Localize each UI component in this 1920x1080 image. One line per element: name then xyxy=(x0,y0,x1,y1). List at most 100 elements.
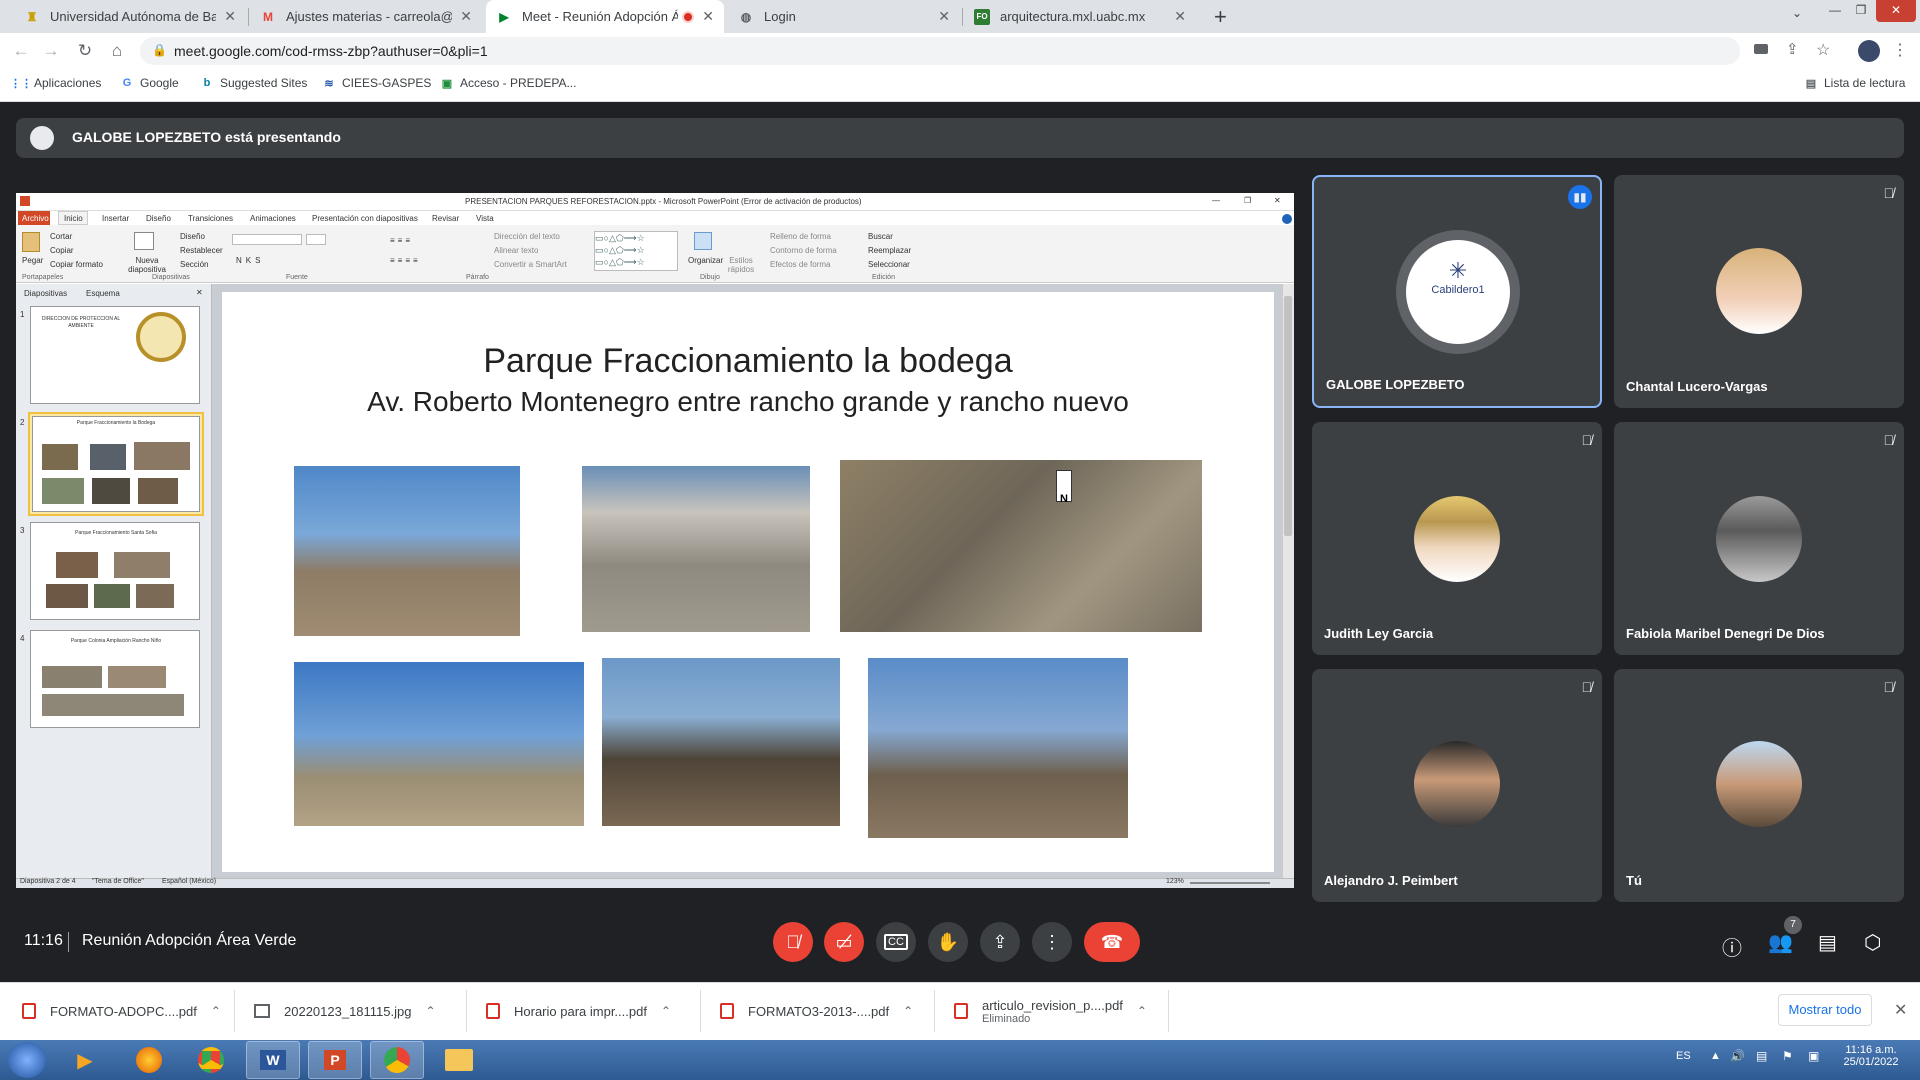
raise-hand-button[interactable]: ✋ xyxy=(928,922,968,962)
activities-icon[interactable]: ⬡ xyxy=(1864,930,1881,955)
taskbar-chrome-active[interactable] xyxy=(370,1041,424,1079)
close-window-icon[interactable]: ✕ xyxy=(1876,0,1916,22)
participant-tile-alejandro[interactable]: 🎙̸ Alejandro J. Peimbert xyxy=(1312,669,1602,902)
lock-icon[interactable]: 🔒 xyxy=(152,43,167,57)
camera-toggle-button[interactable]: ▭̸ xyxy=(824,922,864,962)
meet-icon: ▶ xyxy=(499,9,509,24)
reload-icon[interactable]: ↻ xyxy=(72,38,98,64)
bookmark-ciees[interactable]: ≋ CIEES-GASPES xyxy=(322,76,431,90)
ppt-tab-insertar: Insertar xyxy=(102,214,130,223)
profile-avatar[interactable] xyxy=(1858,40,1880,62)
tab-close-icon[interactable]: ✕ xyxy=(1174,8,1186,25)
park-photo-field xyxy=(602,658,840,826)
participant-tile-fabiola[interactable]: 🎙̸ Fabiola Maribel Denegri De Dios xyxy=(1614,422,1904,655)
tab-close-icon[interactable]: ✕ xyxy=(460,8,472,25)
forward-icon[interactable]: → xyxy=(38,38,64,64)
more-options-button[interactable]: ⋮ xyxy=(1032,922,1072,962)
taskbar-explorer[interactable] xyxy=(432,1041,486,1079)
divider xyxy=(934,990,935,1032)
tab-close-icon[interactable]: ✕ xyxy=(938,8,950,25)
tab-arquitectura[interactable]: FO arquitectura.mxl.uabc.mx ✕ xyxy=(964,0,1196,33)
divider xyxy=(466,990,467,1032)
chevron-up-icon[interactable]: ⌃ xyxy=(1137,1004,1147,1018)
volume-icon[interactable]: 🔊 xyxy=(1730,1049,1745,1063)
taskbar-media-player[interactable]: ▶ xyxy=(58,1041,112,1079)
participants-icon[interactable]: 👥 xyxy=(1768,930,1793,955)
home-icon[interactable]: ⌂ xyxy=(104,38,130,64)
chat-icon[interactable]: ▤ xyxy=(1818,930,1837,955)
network-icon[interactable]: ▤ xyxy=(1756,1049,1767,1063)
leave-call-button[interactable]: ☎ xyxy=(1084,922,1140,962)
chevron-up-icon[interactable]: ⌃ xyxy=(903,1004,913,1018)
avatar xyxy=(1414,496,1500,582)
tab-close-icon[interactable]: ✕ xyxy=(224,8,236,25)
reading-list-button[interactable]: ▤ Lista de lectura xyxy=(1804,76,1906,90)
share-icon[interactable]: ⇪ xyxy=(1786,40,1799,58)
tray-chevron-icon[interactable]: ▲ xyxy=(1710,1050,1721,1062)
taskbar-chrome[interactable] xyxy=(184,1041,238,1079)
taskbar-firefox[interactable] xyxy=(122,1041,176,1079)
taskbar-powerpoint[interactable]: P xyxy=(308,1041,362,1079)
mic-off-icon: 🎙̸ xyxy=(1883,185,1895,201)
chevron-up-icon[interactable]: ⌃ xyxy=(425,1004,435,1018)
chevron-up-icon[interactable]: ⌃ xyxy=(211,1004,221,1018)
start-button[interactable] xyxy=(8,1042,46,1078)
thumb-number: 3 xyxy=(20,526,25,535)
participant-tile-chantal[interactable]: 🎙̸ Chantal Lucero-Vargas xyxy=(1614,175,1904,408)
captions-button[interactable]: CC xyxy=(876,922,916,962)
avatar xyxy=(1414,741,1500,827)
download-item[interactable]: FORMATO-ADOPC....pdf ⌃ xyxy=(22,982,221,1040)
thumb-photo xyxy=(94,584,130,608)
tab-meet[interactable]: ▶ Meet - Reunión Adopción Á ✕ xyxy=(486,0,724,33)
ppt-text-direction: Dirección del texto xyxy=(494,232,560,241)
ppt-tab-transiciones: Transiciones xyxy=(188,214,234,223)
ppt-find: Buscar xyxy=(868,232,893,241)
north-arrow-icon: N xyxy=(1056,470,1072,505)
tab-gmail[interactable]: M Ajustes materias - carreola@uabc ✕ xyxy=(250,0,482,33)
download-item[interactable]: Horario para impr....pdf ⌃ xyxy=(486,982,671,1040)
recording-dot-icon xyxy=(682,10,695,23)
close-downloads-icon[interactable]: ✕ xyxy=(1894,1000,1907,1020)
tab-search-chevron-icon[interactable]: ⌄ xyxy=(1792,6,1802,20)
download-item[interactable]: FORMATO3-2013-....pdf ⌃ xyxy=(720,982,913,1040)
tab-uabc[interactable]: ♜ Universidad Autónoma de Baja C ✕ xyxy=(14,0,246,33)
show-all-downloads-button[interactable]: Mostrar todo xyxy=(1778,994,1872,1026)
ppt-close-icon: ✕ xyxy=(1274,196,1281,205)
participant-tile-self[interactable]: 🎙̸ Tú xyxy=(1614,669,1904,902)
participant-tile-judith[interactable]: 🎙̸ Judith Ley Garcia xyxy=(1312,422,1602,655)
notification-icon[interactable]: ▣ xyxy=(1808,1049,1819,1063)
download-item[interactable]: articulo_revision_p....pdf Eliminado ⌃ xyxy=(954,982,1147,1040)
thumb-photo xyxy=(42,694,184,716)
action-center-flag-icon[interactable]: ⚑ xyxy=(1782,1049,1793,1063)
download-item[interactable]: 20220123_181115.jpg ⌃ xyxy=(254,982,436,1040)
bookmark-predepa[interactable]: ▣ Acceso - PREDEPA... xyxy=(440,76,577,90)
meeting-info-icon[interactable]: ⓘ xyxy=(1722,932,1742,961)
mic-toggle-button[interactable]: 🎙̸ xyxy=(773,922,813,962)
hand-icon: ✋ xyxy=(936,931,960,952)
divider xyxy=(234,990,235,1032)
participant-tile-galobe[interactable]: ▮▮ ✳ Cabildero1 GALOBE LOPEZBETO xyxy=(1312,175,1602,408)
new-tab-icon[interactable]: + xyxy=(1214,4,1227,30)
keyboard-language[interactable]: ES xyxy=(1676,1050,1691,1062)
google-icon: G xyxy=(122,77,132,89)
thumb-photo xyxy=(114,552,170,578)
tab-login[interactable]: ◍ Login ✕ xyxy=(728,0,960,33)
bookmark-suggested-sites[interactable]: b Suggested Sites xyxy=(200,76,308,90)
taskbar-clock[interactable]: 11:16 a.m. 25/01/2022 xyxy=(1836,1044,1906,1068)
camera-in-use-icon[interactable] xyxy=(1754,44,1768,54)
kebab-menu-icon[interactable]: ⋮ xyxy=(1892,40,1908,60)
taskbar-word[interactable]: W xyxy=(246,1041,300,1079)
meeting-time: 11:16 xyxy=(24,932,63,949)
ppt-paste-icon xyxy=(22,232,40,252)
back-icon[interactable]: ← xyxy=(8,38,34,64)
camera-off-icon: ▭̸ xyxy=(835,931,853,952)
bookmark-star-icon[interactable]: ☆ xyxy=(1816,40,1830,60)
chevron-up-icon[interactable]: ⌃ xyxy=(661,1004,671,1018)
tab-close-icon[interactable]: ✕ xyxy=(702,8,714,25)
minimize-window-icon[interactable]: — xyxy=(1822,0,1848,22)
bookmark-apps[interactable]: ⋮⋮ Aplicaciones xyxy=(10,76,101,90)
bookmark-google[interactable]: G Google xyxy=(120,76,179,90)
restore-window-icon[interactable]: ❐ xyxy=(1848,0,1874,22)
present-button[interactable]: ⇪ xyxy=(980,922,1020,962)
fo-favicon-icon: FO xyxy=(974,8,990,25)
